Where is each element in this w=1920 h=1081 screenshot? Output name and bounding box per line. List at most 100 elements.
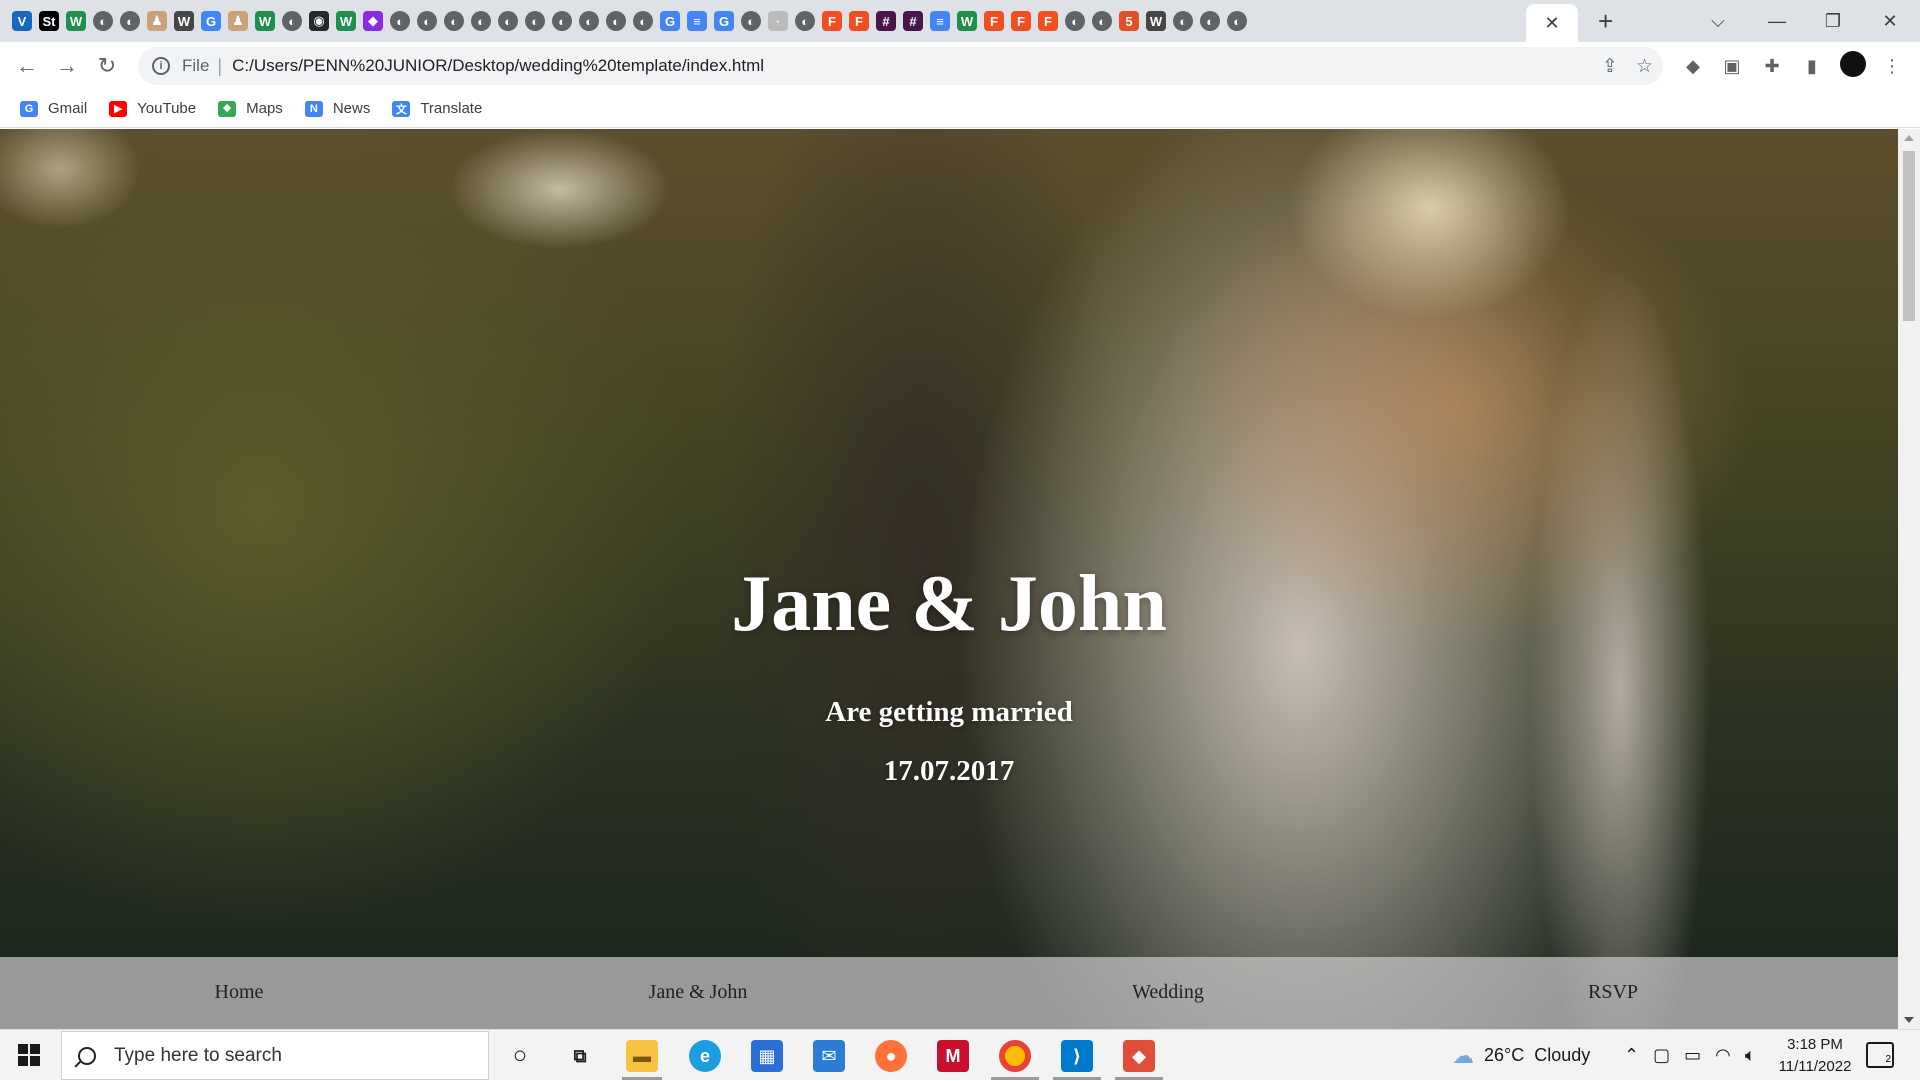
extensions-puzzle-icon[interactable]: ✚ [1761,55,1783,77]
w-icon[interactable]: W [957,11,977,31]
slack-icon[interactable]: # [903,11,923,31]
notification-center-icon[interactable]: 2 [1866,1042,1894,1068]
info-icon[interactable]: i [152,57,170,75]
side-panel-icon[interactable]: ▮ [1801,55,1823,77]
tab-search-button[interactable]: ⌵ [1698,6,1738,36]
chrome-icon[interactable]: ◐ [1227,11,1247,31]
github-icon[interactable]: ◉ [309,11,329,31]
new-tab-button[interactable]: + [1598,8,1613,34]
back-button[interactable]: ← [13,52,41,80]
chrome-icon[interactable]: ◐ [417,11,437,31]
bookmark-youtube[interactable]: ▶ YouTube [109,100,196,117]
chrome-icon[interactable]: ◐ [444,11,464,31]
chrome-icon[interactable]: ◐ [390,11,410,31]
figma-icon[interactable]: F [849,11,869,31]
google-icon[interactable]: G [714,11,734,31]
bookmark-translate[interactable]: 文 Translate [392,100,482,117]
wordpress-icon[interactable]: W [1146,11,1166,31]
chrome-icon[interactable]: ◐ [552,11,572,31]
chrome-icon[interactable]: ◐ [1092,11,1112,31]
chrome-icon[interactable]: ◐ [1173,11,1193,31]
minimize-button[interactable]: — [1757,6,1797,36]
chrome-icon[interactable]: ◐ [1200,11,1220,31]
taskbar-search[interactable]: Type here to search [61,1031,489,1080]
nav-home[interactable]: Home [215,981,264,1004]
page-scrollbar[interactable] [1898,129,1920,1029]
dot-icon[interactable]: · [768,11,788,31]
address-bar[interactable]: i File | C:/Users/PENN%20JUNIOR/Desktop/… [138,47,1663,85]
wifi-icon[interactable]: ◠ [1715,1045,1731,1066]
chrome-icon[interactable]: ◐ [282,11,302,31]
bookmark-star-icon[interactable]: ☆ [1636,55,1653,78]
edge-icon[interactable]: e [689,1040,721,1072]
chrome-icon[interactable]: ◐ [1065,11,1085,31]
nav-wedding[interactable]: Wedding [1132,981,1204,1004]
scroll-down-arrow-icon[interactable] [1904,1017,1914,1023]
mail-icon[interactable]: ✉ [813,1040,845,1072]
task-view-icon[interactable]: ⧉ [564,1040,596,1072]
bookmark-gmail[interactable]: G Gmail [20,100,87,117]
chevron-up-icon[interactable]: ⌃ [1624,1045,1639,1066]
chrome-icon[interactable]: ◐ [633,11,653,31]
chrome-icon[interactable]: ◐ [795,11,815,31]
active-tab[interactable]: ✕ [1526,4,1578,42]
slack-icon[interactable]: # [876,11,896,31]
chrome-icon[interactable] [999,1040,1031,1072]
w-icon[interactable]: W [336,11,356,31]
chrome-icon[interactable]: ◐ [606,11,626,31]
docs-icon[interactable]: ≡ [687,11,707,31]
nav-couple[interactable]: Jane & John [649,981,748,1004]
chrome-icon[interactable]: ◐ [498,11,518,31]
figma-icon[interactable]: F [984,11,1004,31]
bookmark-news[interactable]: N News [304,100,370,117]
share-icon[interactable]: ⇪ [1602,55,1618,78]
profile-avatar[interactable] [1840,51,1866,77]
figma-icon[interactable]: F [822,11,842,31]
mcafee-icon[interactable]: M [937,1040,969,1072]
chrome-icon[interactable]: ◐ [93,11,113,31]
w-icon[interactable]: W [66,11,86,31]
cortana-icon[interactable]: ○ [504,1040,536,1072]
html5-icon[interactable]: 5 [1119,11,1139,31]
chrome-icon[interactable]: ◐ [471,11,491,31]
firefox-icon[interactable]: ● [875,1040,907,1072]
close-window-button[interactable]: ✕ [1870,6,1910,36]
google-icon[interactable]: G [201,11,221,31]
w-icon[interactable]: W [255,11,275,31]
reload-button[interactable]: ↻ [93,52,121,80]
figma-icon[interactable]: F [1038,11,1058,31]
extension-mask-icon[interactable]: ◆ [1682,55,1704,77]
meet-now-icon[interactable]: ▢ [1653,1045,1670,1066]
git-kraken-icon[interactable]: ◆ [1123,1040,1155,1072]
forward-button[interactable]: → [53,52,81,80]
weather-widget[interactable]: ☁ 26°C Cloudy [1452,1030,1590,1081]
windows-start-icon[interactable] [18,1044,40,1066]
docs-icon[interactable]: ≡ [930,11,950,31]
nav-rsvp[interactable]: RSVP [1588,981,1638,1004]
close-tab-icon[interactable]: ✕ [1544,13,1559,34]
chrome-icon[interactable]: ◐ [525,11,545,31]
studio-icon[interactable]: St [39,11,59,31]
vuetify-icon[interactable]: V [12,11,32,31]
file-explorer-icon[interactable]: ▬ [626,1040,658,1072]
figma-icon[interactable]: F [1011,11,1031,31]
extension-pocket-icon[interactable]: ▣ [1721,55,1743,77]
scrollbar-thumb[interactable] [1903,151,1915,321]
google-icon[interactable]: G [660,11,680,31]
chrome-icon[interactable]: ◐ [741,11,761,31]
volume-icon[interactable]: 🔈︎ [1745,1045,1756,1066]
bookmark-maps[interactable]: ⬥ Maps [218,100,283,117]
gem-icon[interactable]: ◆ [363,11,383,31]
battery-icon[interactable]: ▭ [1684,1045,1701,1066]
figure-icon[interactable]: ♟ [147,11,167,31]
figure-icon[interactable]: ♟ [228,11,248,31]
chrome-icon[interactable]: ◐ [120,11,140,31]
maximize-button[interactable]: ❐ [1813,6,1853,36]
taskbar-clock[interactable]: 3:18 PM 11/11/2022 [1770,1034,1860,1078]
url-text[interactable]: C:/Users/PENN%20JUNIOR/Desktop/wedding%2… [232,56,764,76]
scroll-up-arrow-icon[interactable] [1904,135,1914,141]
wordpress-icon[interactable]: W [174,11,194,31]
chrome-icon[interactable]: ◐ [579,11,599,31]
menu-kebab-icon[interactable]: ⋮ [1881,55,1903,77]
store-icon[interactable]: ▦ [751,1040,783,1072]
